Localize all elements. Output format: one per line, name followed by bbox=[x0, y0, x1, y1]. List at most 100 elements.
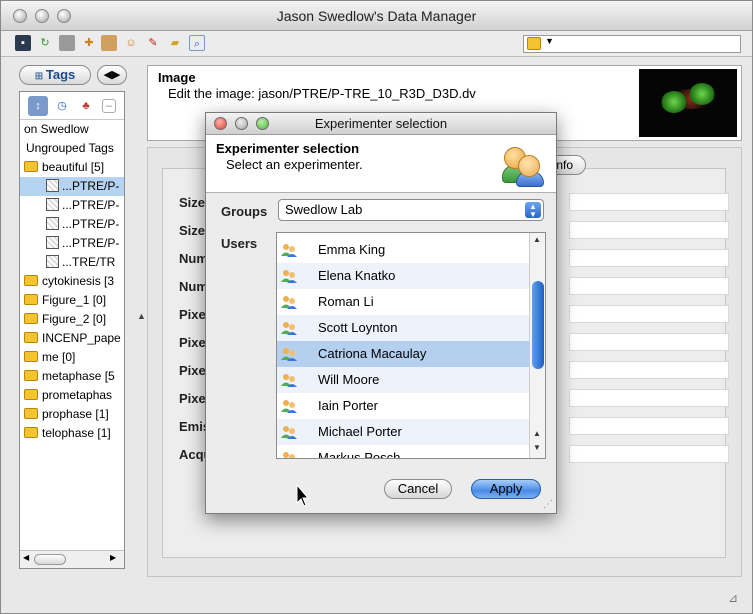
info-field-value[interactable] bbox=[569, 361, 729, 379]
box-icon[interactable] bbox=[101, 35, 117, 51]
cell-nucleus-left bbox=[661, 91, 687, 113]
users-list[interactable]: ▲ ▲ ▼ Emma King Elena Knatko Roman Li Scott… bbox=[276, 232, 546, 459]
left-panel: ⊞ Tags ◀▶ ↕ ◷ ♣ – on Swedlow Ungrouped Ta… bbox=[19, 65, 131, 575]
info-field-value[interactable] bbox=[569, 389, 729, 407]
tree-item-label: Figure_2 [0] bbox=[42, 312, 107, 326]
info-field-value[interactable] bbox=[569, 305, 729, 323]
tree-item[interactable]: telophase [1] bbox=[20, 424, 124, 443]
user-list-item[interactable]: Emma King bbox=[277, 237, 529, 263]
add-icon[interactable]: ✚ bbox=[81, 35, 97, 51]
scroll-up-icon[interactable]: ▲ bbox=[533, 429, 541, 438]
user-list-item[interactable]: Markus Posch bbox=[277, 445, 529, 458]
tree-item-label: ...PTRE/P- bbox=[62, 198, 120, 212]
horizontal-scrollbar[interactable]: ◀ ▶ bbox=[20, 550, 124, 568]
scroll-up-top-icon[interactable]: ▲ bbox=[533, 235, 541, 244]
info-field-label: Num bbox=[179, 251, 208, 266]
arrow-right-icon[interactable]: ▶ bbox=[110, 553, 116, 562]
tree-item[interactable]: cytokinesis [3 bbox=[20, 272, 124, 291]
folder-icon[interactable]: ▰ bbox=[167, 35, 183, 51]
monitor-icon[interactable]: ▪ bbox=[15, 35, 31, 51]
info-field-value[interactable] bbox=[569, 193, 729, 211]
user-name: Will Moore bbox=[318, 372, 380, 387]
groups-select[interactable]: Swedlow Lab ▲ ▼ bbox=[278, 199, 544, 221]
info-field-label: Pixe bbox=[179, 335, 206, 350]
user-icon bbox=[281, 270, 297, 283]
tree-item-label: ...TRE/TR bbox=[62, 255, 116, 269]
tree-item[interactable]: ...TRE/TR bbox=[20, 253, 124, 272]
tree-item[interactable]: ...PTRE/P- bbox=[20, 196, 124, 215]
tags-label: Tags bbox=[45, 67, 76, 82]
tree-item[interactable]: ...PTRE/P- bbox=[20, 234, 124, 253]
info-field-value[interactable] bbox=[569, 249, 729, 267]
tree-item[interactable]: Ungrouped Tags bbox=[20, 139, 124, 158]
user-list-item[interactable]: Iain Porter bbox=[277, 393, 529, 419]
image-thumbnail[interactable] bbox=[639, 69, 737, 137]
info-field-label: Pixe bbox=[179, 391, 206, 406]
groups-selected-value: Swedlow Lab bbox=[285, 202, 363, 217]
arrow-left-icon: ◀ bbox=[103, 69, 112, 81]
scroll-down-icon[interactable]: ▼ bbox=[533, 443, 541, 452]
info-field-value[interactable] bbox=[569, 445, 729, 463]
cell-nucleus-right bbox=[689, 83, 715, 105]
info-field-value[interactable] bbox=[569, 221, 729, 239]
info-field-label: Size bbox=[179, 223, 206, 238]
scroll-thumb[interactable] bbox=[532, 281, 544, 369]
user-name: Elena Knatko bbox=[318, 268, 396, 283]
users-label: Users bbox=[221, 236, 258, 251]
chevron-down-icon[interactable]: ▼ bbox=[545, 36, 554, 46]
groups-label: Groups bbox=[221, 204, 268, 219]
tree-item-label: beautiful [5] bbox=[42, 160, 105, 174]
cancel-button[interactable]: Cancel bbox=[384, 479, 452, 499]
window-title: Jason Swedlow's Data Manager bbox=[276, 8, 477, 24]
refresh-icon[interactable]: ↻ bbox=[37, 35, 53, 51]
apply-button[interactable]: Apply bbox=[471, 479, 541, 499]
user-icon bbox=[283, 452, 295, 458]
info-field-value[interactable] bbox=[569, 333, 729, 351]
tree-item[interactable]: INCENP_pape bbox=[20, 329, 124, 348]
arrow-left-icon[interactable]: ◀ bbox=[23, 553, 29, 562]
tree-item[interactable]: ...PTRE/P- bbox=[20, 177, 124, 196]
users-icon[interactable]: ☺ bbox=[123, 35, 139, 51]
users-list-scrollbar[interactable]: ▲ ▲ ▼ bbox=[529, 233, 545, 458]
tree-item[interactable]: Figure_1 [0] bbox=[20, 291, 124, 310]
nav-arrows-button[interactable]: ◀▶ bbox=[97, 65, 127, 85]
user-list-item[interactable]: Elena Knatko bbox=[277, 263, 529, 289]
tree-item-label: INCENP_pape bbox=[42, 331, 121, 345]
info-field-value[interactable] bbox=[569, 277, 729, 295]
tree-list: on Swedlow Ungrouped Tags beautiful [5]...… bbox=[20, 120, 124, 443]
shapes-icon[interactable]: ♣ bbox=[76, 96, 96, 116]
scroll-thumb[interactable] bbox=[34, 554, 66, 565]
user-list-item[interactable]: Scott Loynton bbox=[277, 315, 529, 341]
select-arrows-icon[interactable]: ▲ ▼ bbox=[525, 202, 541, 219]
arrow-right-icon: ▶ bbox=[112, 69, 121, 81]
edit-icon[interactable]: ✎ bbox=[145, 35, 161, 51]
user-icon bbox=[281, 348, 297, 361]
sort-icon[interactable]: ↕ bbox=[28, 96, 48, 116]
tree-item[interactable]: prometaphas bbox=[20, 386, 124, 405]
search-icon[interactable]: ⌕ bbox=[189, 35, 205, 51]
tree-toolbar: ↕ ◷ ♣ – bbox=[20, 92, 124, 120]
user-list-item[interactable]: Michael Porter bbox=[277, 419, 529, 445]
window-resize-grip[interactable]: ⊿ bbox=[728, 591, 744, 607]
toolbar-filter-field[interactable]: ▼ bbox=[523, 35, 741, 53]
tree-item[interactable]: Figure_2 [0] bbox=[20, 310, 124, 329]
user-list-item[interactable]: Roman Li bbox=[277, 289, 529, 315]
tree-item[interactable]: prophase [1] bbox=[20, 405, 124, 424]
user-list-item[interactable]: Will Moore bbox=[277, 367, 529, 393]
tags-button[interactable]: ⊞ Tags bbox=[19, 65, 91, 85]
image-icon bbox=[46, 217, 59, 230]
tree-item[interactable]: me [0] bbox=[20, 348, 124, 367]
dialog-resize-grip[interactable]: ⋰ bbox=[543, 499, 553, 510]
info-field-value[interactable] bbox=[569, 417, 729, 435]
dialog-heading: Experimenter selection bbox=[216, 141, 360, 156]
tree-item[interactable]: metaphase [5 bbox=[20, 367, 124, 386]
splitter-arrow-icon[interactable]: ▲ bbox=[137, 311, 146, 321]
tree-item[interactable]: on Swedlow bbox=[20, 120, 124, 139]
group-icon[interactable] bbox=[59, 35, 75, 51]
folder-icon bbox=[24, 313, 38, 324]
user-list-item[interactable]: Catriona Macaulay bbox=[277, 341, 529, 367]
clock-icon[interactable]: ◷ bbox=[52, 96, 72, 116]
tree-item[interactable]: ...PTRE/P- bbox=[20, 215, 124, 234]
collapse-icon[interactable]: – bbox=[102, 99, 116, 113]
tree-item[interactable]: beautiful [5] bbox=[20, 158, 124, 177]
